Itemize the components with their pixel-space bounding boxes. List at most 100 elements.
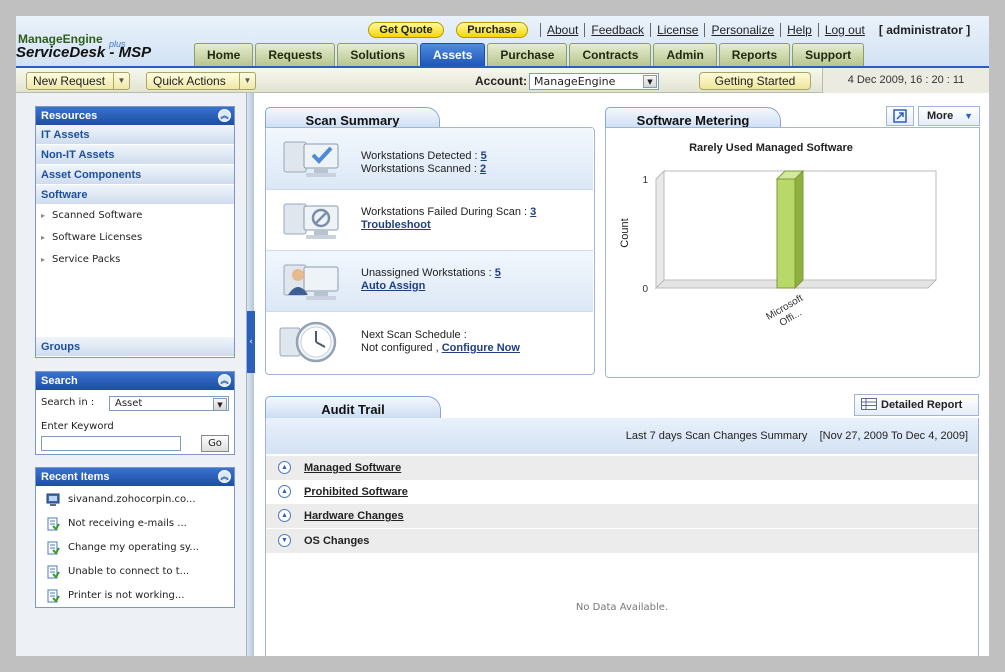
- audit-section-managed-software[interactable]: ▲ Managed Software: [266, 456, 978, 480]
- scan-row-schedule: Next Scan Schedule : Not configured , Co…: [266, 312, 593, 374]
- expand-down-icon[interactable]: ▼: [278, 534, 291, 547]
- chart-bar-side: [794, 169, 804, 290]
- rarely-used-chart: Rarely Used Managed Software 0 1 Count Mic…: [619, 142, 938, 329]
- sidebar-subitem-scanned-software[interactable]: Scanned Software: [36, 205, 234, 227]
- auto-assign-link[interactable]: Auto Assign: [361, 280, 425, 292]
- expand-up-icon[interactable]: ▲: [278, 509, 291, 522]
- not-configured-text: Not configured ,: [361, 342, 439, 354]
- recent-item-label: Not receiving e-mails ...: [68, 518, 187, 529]
- tab-purchase[interactable]: Purchase: [487, 43, 568, 66]
- personalize-link[interactable]: Personalize: [704, 23, 780, 37]
- failed-count-link[interactable]: 3: [530, 206, 536, 218]
- help-link[interactable]: Help: [780, 23, 818, 37]
- next-scan-line: Not configured , Configure Now: [361, 342, 520, 355]
- recent-item-label: Change my operating sy...: [68, 542, 199, 553]
- brand-line2: ServiceDesk: [16, 44, 106, 61]
- tab-requests[interactable]: Requests: [255, 43, 336, 66]
- search-in-value: Asset: [115, 398, 143, 409]
- keyword-label: Enter Keyword: [41, 421, 114, 432]
- failed-line: Workstations Failed During Scan : 3: [361, 206, 536, 219]
- collapse-icon[interactable]: ︽: [218, 374, 231, 387]
- software-metering-panel: Rarely Used Managed Software 0 1 Count Mic…: [605, 127, 980, 378]
- recent-item[interactable]: Printer is not working...: [36, 584, 234, 608]
- sidebar-splitter[interactable]: ‹: [246, 93, 255, 656]
- chart-bar[interactable]: [776, 178, 796, 289]
- workstation-check-icon: [283, 141, 339, 177]
- quick-actions-button[interactable]: Quick Actions ▼: [146, 72, 256, 90]
- configure-now-link[interactable]: Configure Now: [442, 342, 520, 354]
- purchase-top-button[interactable]: Purchase: [456, 22, 528, 38]
- collapse-icon[interactable]: ︽: [218, 109, 231, 122]
- more-button[interactable]: More ▼: [918, 106, 980, 126]
- os-changes-label[interactable]: OS Changes: [304, 535, 369, 547]
- recent-item[interactable]: sivanand.zohocorpin.co...: [36, 488, 234, 512]
- collapse-icon[interactable]: ︽: [218, 470, 231, 483]
- chevron-down-icon[interactable]: ▼: [643, 75, 657, 88]
- expand-up-icon[interactable]: ▲: [278, 461, 291, 474]
- about-link[interactable]: About: [540, 23, 584, 37]
- search-box: Search ︽ Search in : Asset ▼ Enter Keywo…: [35, 371, 235, 455]
- search-header: Search ︽: [36, 372, 234, 390]
- collapse-sidebar-icon[interactable]: ‹: [247, 311, 255, 373]
- go-button[interactable]: Go: [201, 435, 229, 452]
- new-request-button[interactable]: New Request ▼: [26, 72, 130, 90]
- get-quote-button[interactable]: Get Quote: [368, 22, 444, 38]
- tab-admin[interactable]: Admin: [653, 43, 717, 66]
- sidebar-item-asset-components[interactable]: Asset Components: [36, 165, 234, 185]
- expand-up-icon[interactable]: ▲: [278, 485, 291, 498]
- chevron-down-icon[interactable]: ▼: [213, 398, 227, 411]
- resources-header: Resources ︽: [36, 107, 234, 125]
- recent-item[interactable]: Not receiving e-mails ...: [36, 512, 234, 536]
- search-in-select[interactable]: Asset ▼: [109, 396, 229, 411]
- audit-section-hardware-changes[interactable]: ▲ Hardware Changes: [266, 504, 978, 528]
- license-link[interactable]: License: [650, 23, 704, 37]
- tab-assets[interactable]: Assets: [420, 43, 486, 66]
- resources-title: Resources: [41, 110, 98, 122]
- scan-row-unassigned: Unassigned Workstations : 5 Auto Assign: [266, 251, 593, 312]
- prohibited-software-link[interactable]: Prohibited Software: [304, 486, 408, 498]
- tab-reports[interactable]: Reports: [718, 43, 791, 66]
- y-axis-label: Count: [619, 218, 631, 247]
- chevron-down-icon[interactable]: ▼: [113, 73, 129, 89]
- audit-section-os-changes[interactable]: ▼ OS Changes: [266, 529, 978, 553]
- current-user: [ administrator ]: [878, 23, 971, 37]
- sidebar-item-non-it-assets[interactable]: Non-IT Assets: [36, 145, 234, 165]
- sidebar-item-software[interactable]: Software: [36, 185, 234, 205]
- getting-started-button[interactable]: Getting Started: [699, 72, 811, 90]
- recent-item[interactable]: Change my operating sy...: [36, 536, 234, 560]
- feedback-link[interactable]: Feedback: [584, 23, 650, 37]
- chevron-down-icon[interactable]: ▼: [239, 73, 255, 89]
- managed-software-link[interactable]: Managed Software: [304, 462, 401, 474]
- tab-home[interactable]: Home: [194, 43, 254, 66]
- scanned-count-link[interactable]: 2: [480, 163, 486, 175]
- account-select[interactable]: ManageEngine ▼: [529, 73, 659, 90]
- troubleshoot-link[interactable]: Troubleshoot: [361, 219, 431, 231]
- sidebar-item-it-assets[interactable]: IT Assets: [36, 125, 234, 145]
- scanned-label: Workstations Scanned :: [361, 163, 477, 175]
- sidebar-subitem-service-packs[interactable]: Service Packs: [36, 249, 234, 271]
- request-icon: [47, 517, 60, 531]
- top-links: About Feedback License Personalize Help …: [540, 23, 970, 37]
- keyword-input[interactable]: [41, 436, 181, 451]
- audit-trail-body: ▲ Managed Software ▲ Prohibited Software…: [265, 454, 979, 656]
- detected-count-link[interactable]: 5: [481, 150, 487, 162]
- audit-section-prohibited-software[interactable]: ▲ Prohibited Software: [266, 480, 978, 504]
- popout-button[interactable]: [886, 106, 914, 126]
- detailed-report-button[interactable]: Detailed Report: [854, 394, 979, 416]
- x-tick-label: MicrosoftOffi...: [764, 293, 805, 329]
- tab-contracts[interactable]: Contracts: [569, 43, 652, 66]
- left-sidebar: Resources ︽ IT Assets Non-IT Assets Asse…: [16, 93, 248, 656]
- chart-title: Rarely Used Managed Software: [689, 142, 853, 154]
- recent-item[interactable]: Unable to connect to t...: [36, 560, 234, 584]
- unassigned-count-link[interactable]: 5: [495, 267, 501, 279]
- request-icon: [47, 565, 60, 579]
- tab-solutions[interactable]: Solutions: [337, 43, 419, 66]
- tab-support[interactable]: Support: [792, 43, 865, 66]
- workstation-failed-icon: [283, 203, 339, 239]
- hardware-changes-link[interactable]: Hardware Changes: [304, 510, 404, 522]
- sidebar-subitem-software-licenses[interactable]: Software Licenses: [36, 227, 234, 249]
- sidebar-item-groups[interactable]: Groups: [36, 337, 234, 357]
- failed-label: Workstations Failed During Scan :: [361, 206, 528, 218]
- logout-link[interactable]: Log out: [817, 23, 871, 37]
- workstation-user-icon: [283, 264, 339, 300]
